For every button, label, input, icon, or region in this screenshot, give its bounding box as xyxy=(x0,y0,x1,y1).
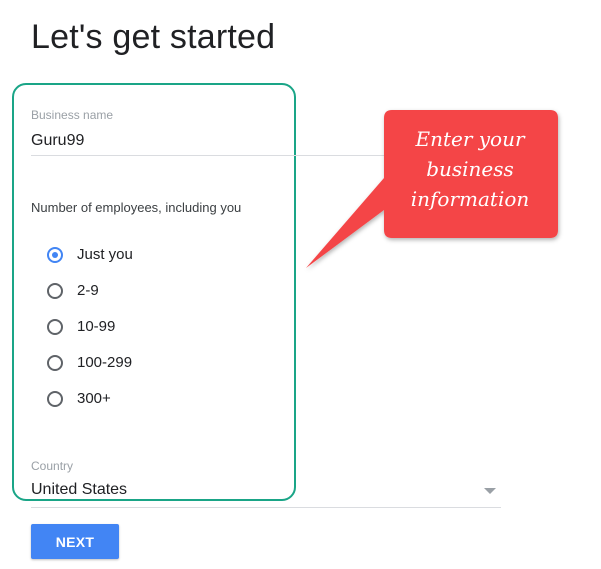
radio-option-300-plus[interactable]: 300+ xyxy=(47,390,111,407)
page-title: Let's get started xyxy=(31,18,276,56)
radio-option-100-299[interactable]: 100-299 xyxy=(47,354,132,371)
page: Let's get started Business name Guru99 N… xyxy=(0,0,601,569)
callout-line: information xyxy=(410,187,530,211)
business-name-label: Business name xyxy=(31,108,114,122)
business-name-input[interactable]: Guru99 xyxy=(31,132,84,150)
country-underline xyxy=(31,507,501,508)
radio-button[interactable] xyxy=(47,282,63,299)
next-button[interactable]: NEXT xyxy=(31,524,119,559)
employees-question: Number of employees, including you xyxy=(31,200,242,215)
radio-button[interactable] xyxy=(47,390,63,407)
radio-button[interactable] xyxy=(47,318,63,335)
radio-button-selected[interactable] xyxy=(47,246,63,263)
callout-text: Enter your business information xyxy=(384,124,556,214)
radio-button[interactable] xyxy=(47,354,63,371)
radio-option-2-9[interactable]: 2-9 xyxy=(47,282,99,299)
callout-line: Enter your xyxy=(415,127,525,151)
radio-label: 2-9 xyxy=(77,282,99,299)
country-value[interactable]: United States xyxy=(31,481,127,499)
radio-option-just-you[interactable]: Just you xyxy=(47,246,133,263)
radio-label: Just you xyxy=(77,246,133,263)
radio-label: 100-299 xyxy=(77,354,133,371)
dropdown-arrow-icon[interactable] xyxy=(484,488,496,494)
radio-label: 300+ xyxy=(77,390,111,407)
callout-line: business xyxy=(426,157,514,181)
country-label: Country xyxy=(31,459,74,473)
radio-option-10-99[interactable]: 10-99 xyxy=(47,318,115,335)
radio-label: 10-99 xyxy=(77,318,116,335)
